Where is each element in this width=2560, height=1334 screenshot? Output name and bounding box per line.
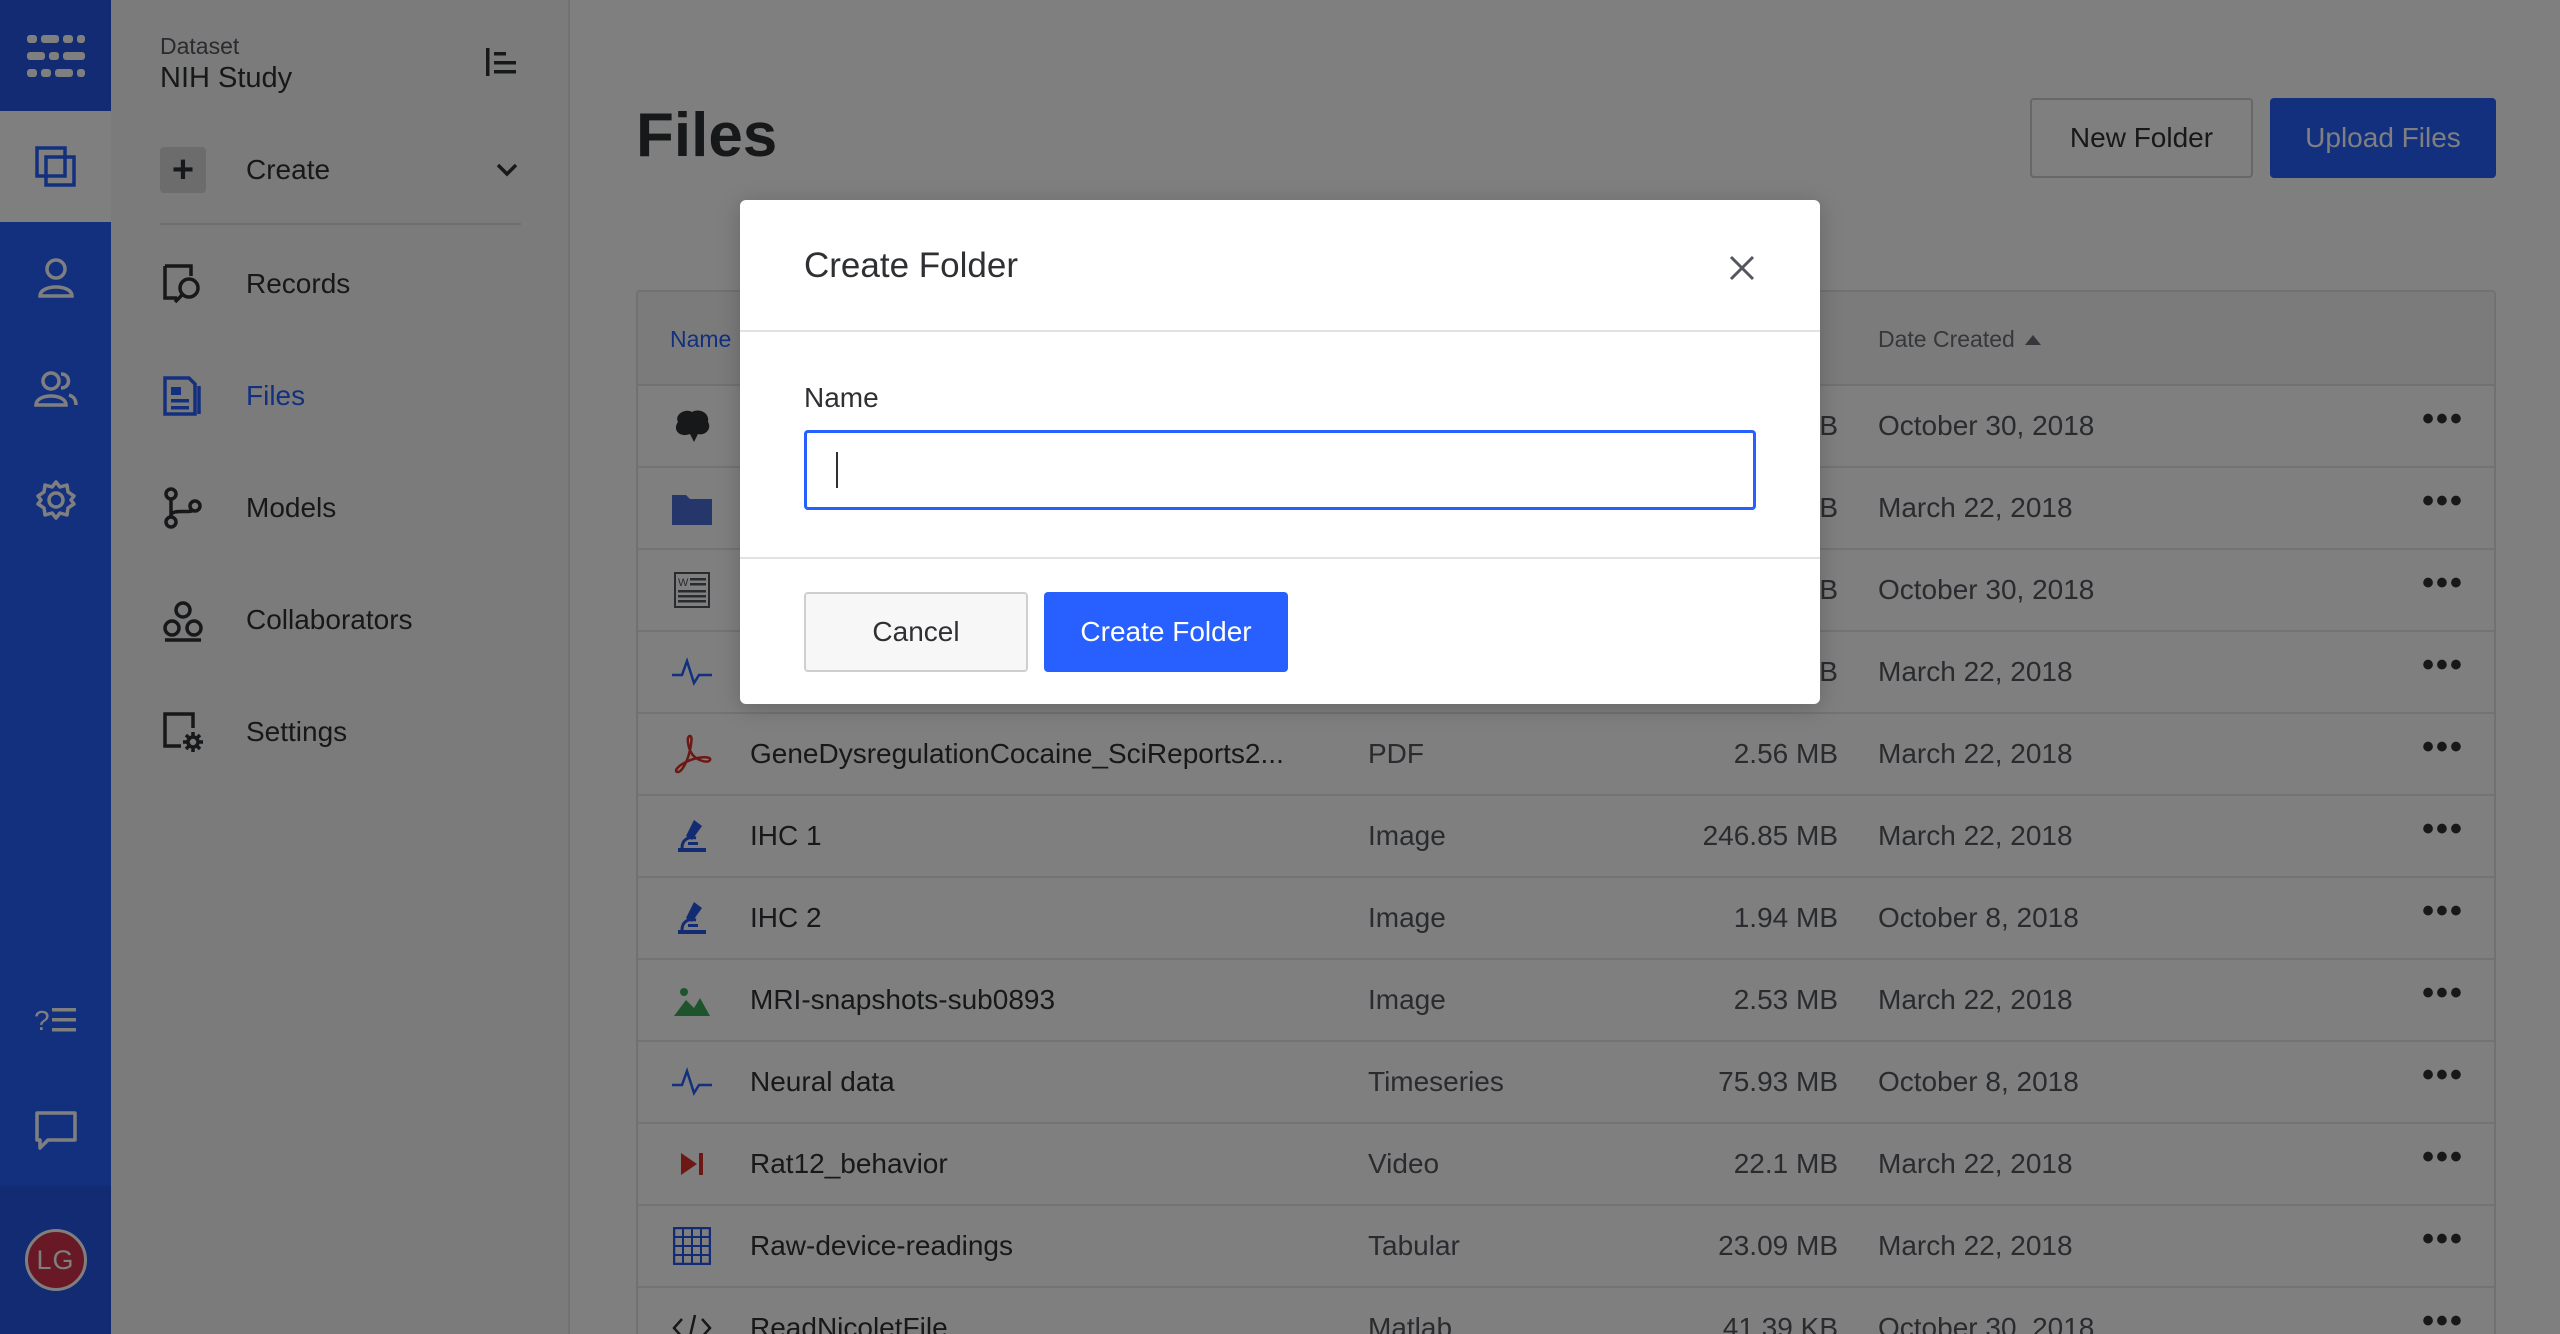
dialog-header: Create Folder: [740, 200, 1820, 332]
close-icon: [1729, 255, 1755, 281]
cancel-button[interactable]: Cancel: [804, 592, 1028, 672]
close-dialog-button[interactable]: [1720, 246, 1764, 290]
create-folder-dialog: Create Folder Name Cancel Create Folder: [740, 200, 1820, 704]
dialog-title: Create Folder: [804, 246, 1018, 285]
create-folder-button[interactable]: Create Folder: [1044, 592, 1288, 672]
dialog-divider: [740, 557, 1820, 559]
folder-name-input[interactable]: [804, 430, 1756, 510]
name-field-label: Name: [804, 382, 879, 413]
text-caret: [836, 452, 838, 488]
